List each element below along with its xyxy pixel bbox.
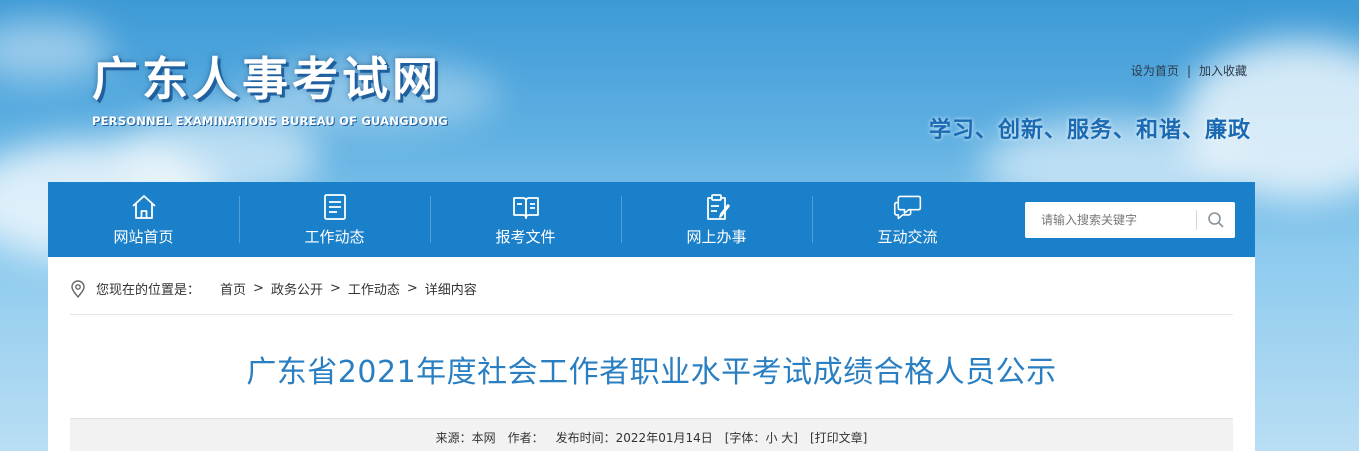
search-input[interactable]: [1025, 202, 1196, 238]
document-list-icon: [323, 194, 346, 220]
location-pin-icon: [71, 279, 85, 298]
site-slogan: 学习、创新、服务、和谐、廉政: [928, 118, 1251, 143]
meta-author: 作者：: [507, 431, 544, 445]
font-large-button[interactable]: 大: [781, 431, 793, 445]
main-nav: 网站首页 工作动态 报考文件 网上办事 互动交流: [48, 182, 1255, 257]
meta-font-size: [字体：小 大]: [725, 429, 798, 446]
home-icon: [131, 195, 156, 219]
nav-item-label: 网上办事: [686, 228, 747, 246]
breadcrumb-home[interactable]: 首页: [220, 279, 246, 298]
nav-item-label: 报考文件: [495, 228, 556, 246]
nav-item-online-services[interactable]: 网上办事: [621, 182, 812, 257]
meta-source: 来源：本网: [435, 431, 496, 445]
breadcrumb-work-news[interactable]: 工作动态: [348, 279, 400, 298]
top-links: 设为首页 | 加入收藏: [1131, 62, 1247, 79]
nav-item-work-news[interactable]: 工作动态: [239, 182, 430, 257]
print-article-button[interactable]: [打印文章]: [810, 429, 867, 446]
search-icon: [1208, 212, 1224, 228]
breadcrumb-separator: >: [329, 281, 341, 296]
nav-item-interaction[interactable]: 互动交流: [812, 182, 1003, 257]
logo-english-name: PERSONNEL EXAMINATIONS BUREAU OF GUANGDO…: [92, 114, 448, 128]
main-content: 您现在的位置是： 首页 > 政务公开 > 工作动态 > 详细内容 广东省2021…: [48, 257, 1255, 451]
clipboard-pen-icon: [706, 194, 730, 220]
add-favorite-link[interactable]: 加入收藏: [1199, 64, 1247, 78]
breadcrumb: 您现在的位置是： 首页 > 政务公开 > 工作动态 > 详细内容: [70, 279, 477, 298]
breadcrumb-current: 详细内容: [424, 283, 477, 298]
open-book-icon: [512, 197, 539, 219]
breadcrumb-separator: >: [406, 281, 418, 296]
meta-date: 发布时间：2022年01月14日: [555, 431, 713, 445]
breadcrumb-divider: [70, 314, 1233, 315]
search-box: [1025, 202, 1235, 238]
article-title: 广东省2021年度社会工作者职业水平考试成绩合格人员公示: [246, 355, 1057, 390]
font-small-button[interactable]: 小: [765, 431, 777, 445]
font-size-suffix: ]: [793, 431, 798, 445]
top-links-separator: |: [1186, 64, 1191, 78]
chat-bubbles-icon: [893, 195, 921, 220]
nav-item-home[interactable]: 网站首页: [48, 182, 239, 257]
nav-item-label: 工作动态: [304, 228, 365, 246]
nav-item-label: 网站首页: [113, 228, 174, 246]
logo-chinese-name: 广东人事考试网: [92, 52, 442, 106]
article-meta: 来源：本网 作者： 发布时间：2022年01月14日 [字体：小 大] [打印文…: [70, 418, 1233, 451]
breadcrumb-gov-affairs[interactable]: 政务公开: [271, 279, 323, 298]
site-logo[interactable]: 广东人事考试网 PERSONNEL EXAMINATIONS BUREAU OF…: [92, 50, 448, 128]
set-home-link[interactable]: 设为首页: [1131, 64, 1179, 78]
breadcrumb-prefix: 您现在的位置是：: [96, 283, 201, 298]
breadcrumb-separator: >: [253, 281, 264, 296]
search-button[interactable]: [1197, 202, 1235, 238]
nav-item-exam-docs[interactable]: 报考文件: [430, 182, 621, 257]
font-size-prefix: [字体：: [724, 431, 766, 445]
nav-item-label: 互动交流: [877, 228, 938, 246]
